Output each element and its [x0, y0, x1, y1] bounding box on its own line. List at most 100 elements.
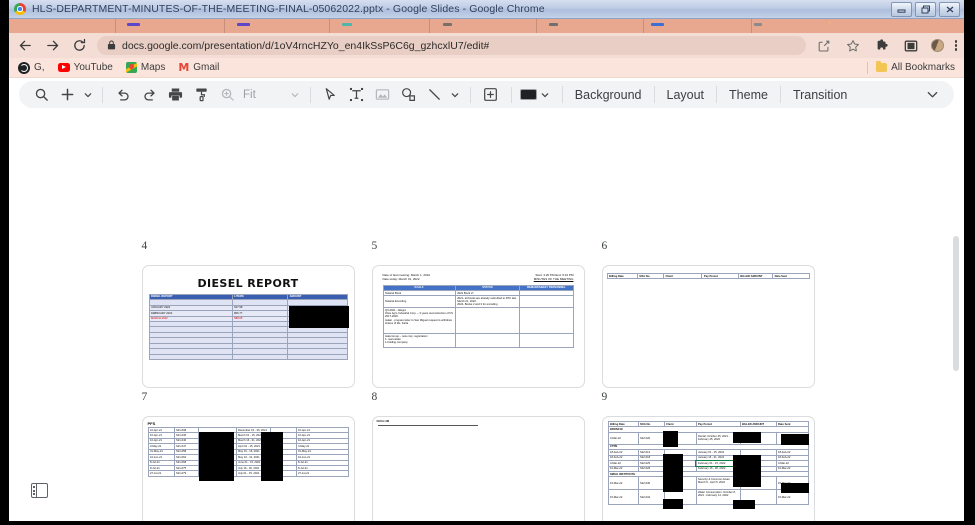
forward-icon[interactable]: [43, 37, 61, 55]
bookmark-label: YouTube: [73, 62, 113, 73]
address-bar[interactable]: docs.google.com/presentation/d/1oV4rncHZ…: [97, 36, 806, 55]
line-dropdown-icon[interactable]: [449, 84, 462, 106]
cell: 27-Jul-21: [295, 470, 349, 477]
slide-thumbnail[interactable]: Date of last meeting: March 1, 2022 Date…: [371, 265, 585, 388]
bookmark-item-g[interactable]: G,: [18, 61, 45, 74]
slide-cell[interactable]: CHUA LIM 11: [369, 416, 599, 521]
avatar[interactable]: [930, 39, 944, 52]
slide-number: 8: [371, 391, 378, 403]
billing-table: Billing Date SOA No. Client Pay Period B…: [607, 420, 809, 506]
zoom-dropdown-icon[interactable]: [289, 84, 302, 106]
transition-button[interactable]: Transition: [783, 88, 857, 102]
chevron-down-icon[interactable]: [920, 84, 944, 106]
filmstrip-toggle-icon[interactable]: [31, 483, 48, 498]
slide-title: PFS: [147, 421, 156, 426]
chrome-window: HLS-DEPARTMENT-MINUTES-OF-THE-MEETING-FI…: [0, 0, 975, 525]
lock-icon: [107, 39, 116, 53]
bookmark-item-youtube[interactable]: YouTube: [57, 62, 113, 73]
close-button[interactable]: [939, 2, 960, 17]
redaction-box: [662, 454, 683, 492]
star-icon[interactable]: [844, 37, 862, 55]
new-slide-dropdown-icon[interactable]: [81, 84, 94, 106]
background-color-dropdown-icon[interactable]: [539, 84, 552, 106]
share-icon[interactable]: [815, 37, 833, 55]
window-title: HLS-DEPARTMENT-MINUTES-OF-THE-MEETING-FI…: [32, 3, 545, 15]
search-icon[interactable]: [29, 84, 53, 106]
cell: 27-Jul-21: [147, 470, 175, 477]
window-controls: [891, 2, 960, 17]
tab-strip[interactable]: [9, 19, 964, 33]
bookmark-item-maps[interactable]: Maps: [125, 62, 166, 73]
shape-icon[interactable]: [397, 84, 421, 106]
paint-format-icon[interactable]: [189, 84, 213, 106]
slide-thumbnail[interactable]: CHUA LIM: [371, 416, 585, 521]
slide-meta: Date of last meeting: March 1, 2022 Date…: [382, 273, 574, 282]
background-color-swatch[interactable]: [519, 89, 537, 100]
cell: 2022- Books 2 and 3 for encoding: [457, 303, 498, 307]
select-icon[interactable]: [319, 84, 343, 106]
url-text: docs.google.com/presentation/d/1oV4rncHZ…: [122, 39, 490, 52]
undo-icon[interactable]: [111, 84, 135, 106]
column-header: Client: [663, 272, 703, 280]
divider: [779, 86, 781, 103]
all-bookmarks-label: All Bookmarks: [891, 62, 955, 73]
redaction-box: [732, 455, 761, 487]
background-button[interactable]: Background: [565, 88, 652, 102]
bookmark-label: Maps: [140, 62, 166, 73]
slide-thumbnail[interactable]: PFS 10-Apr-21 S21-008 December 16 - 30, 20…: [141, 416, 355, 521]
print-icon[interactable]: [163, 84, 187, 106]
line-icon[interactable]: [423, 84, 447, 106]
three-dots-icon[interactable]: [954, 40, 957, 51]
slide-cell[interactable]: 5: [369, 134, 599, 265]
vertical-scrollbar[interactable]: [950, 136, 962, 519]
slide-thumbnail[interactable]: DIESEL REPORT DIESEL REPORT LITERS AMOUN…: [141, 265, 355, 388]
comment-icon[interactable]: [479, 84, 503, 106]
meta-today: Date today: March 31, 2022: [382, 276, 420, 281]
scrollbar-thumb[interactable]: [953, 236, 959, 371]
bookmark-label: G,: [34, 62, 45, 73]
browser-toolbar: docs.google.com/presentation/d/1oV4rncHZ…: [9, 33, 964, 58]
zoom-level-label[interactable]: Fit: [241, 89, 259, 101]
slide-grid-area[interactable]: On process change of title 4 5: [9, 134, 964, 521]
bookmark-item-gmail[interactable]: M Gmail: [178, 62, 219, 73]
slide-cell[interactable]: DIESEL REPORT DIESEL REPORT LITERS AMOUN…: [139, 265, 369, 416]
theme-button[interactable]: Theme: [719, 88, 778, 102]
slide-grid: On process change of title 4 5: [9, 134, 950, 521]
image-icon[interactable]: [371, 84, 395, 106]
redaction-box: [732, 500, 755, 510]
slide-cell[interactable]: Billing Date SOA No. Client Pay Period B…: [599, 416, 829, 521]
layout-button[interactable]: Layout: [657, 88, 715, 102]
side-panel-icon[interactable]: [902, 37, 920, 55]
slide-cell[interactable]: On process change of title 4: [139, 134, 369, 265]
restore-button[interactable]: [915, 2, 936, 17]
puzzle-icon[interactable]: [873, 37, 891, 55]
all-bookmarks-button[interactable]: All Bookmarks: [876, 61, 955, 73]
redaction-box: [780, 483, 809, 493]
slide-thumbnail[interactable]: Billing Date SOA No. Client Pay Period B…: [601, 416, 815, 521]
slide-cell[interactable]: PFS 10-Apr-21 S21-008 December 16 - 30, 20…: [139, 416, 369, 521]
minimize-button[interactable]: [891, 2, 912, 17]
cell: 15-Mar-22: [607, 476, 639, 491]
zoom-icon[interactable]: [215, 84, 239, 106]
back-icon[interactable]: [16, 37, 34, 55]
text-box-icon[interactable]: [345, 84, 369, 106]
gmail-icon: M: [178, 61, 190, 74]
cell: Notarial Encoding: [382, 295, 456, 309]
slide-cell[interactable]: Date of last meeting: March 1, 2022 Date…: [369, 265, 599, 416]
redo-icon[interactable]: [137, 84, 161, 106]
cell: 15-Mar-22: [607, 489, 639, 506]
redaction-box: [732, 432, 761, 443]
reload-icon[interactable]: [70, 37, 88, 55]
slide-cell[interactable]: Billing Date SOA No. Client Pay Period B…: [599, 265, 829, 416]
pfs-table: 10-Apr-21 S21-008 December 16 - 30, 2021 10…: [147, 426, 349, 477]
bookmarks-bar: G, YouTube Maps M Gmail All Bookmarks: [9, 58, 964, 78]
slide-title: DIESEL REPORT: [197, 277, 299, 290]
cell: S22-020: [637, 431, 665, 445]
new-slide-icon[interactable]: [55, 84, 79, 106]
cell: 3-Mar-22: [607, 431, 639, 445]
divider: [469, 86, 471, 103]
slide-cell[interactable]: 6: [599, 134, 829, 265]
cell: S22-034: [637, 489, 665, 506]
slide-thumbnail[interactable]: Billing Date SOA No. Client Pay Period B…: [601, 265, 815, 388]
slide-number: 5: [371, 240, 378, 252]
